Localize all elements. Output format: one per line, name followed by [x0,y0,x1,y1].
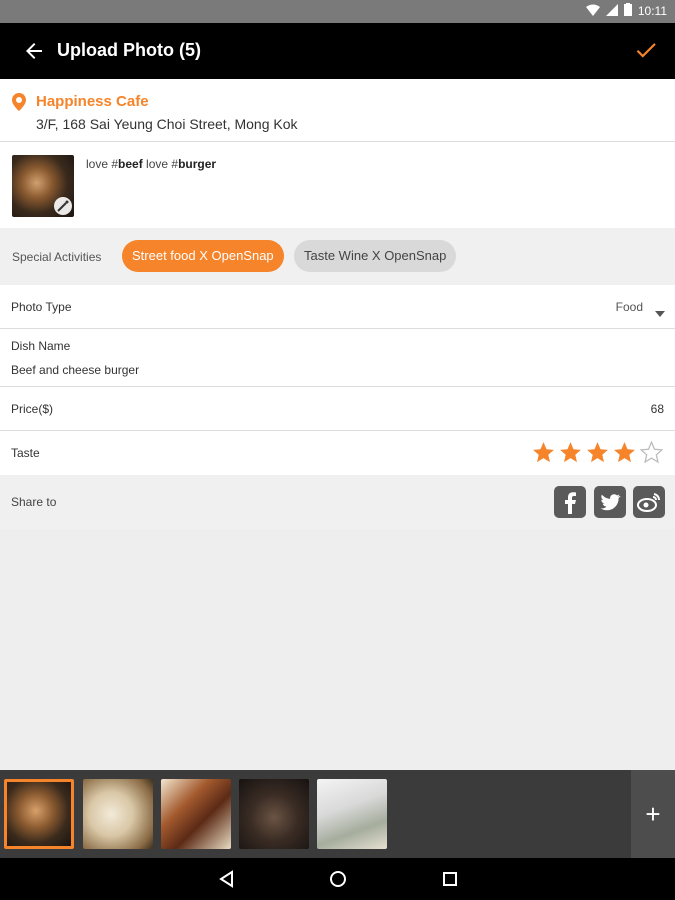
photo-thumbnail[interactable] [12,155,74,217]
restaurant-name: Happiness Cafe [36,93,149,110]
facebook-icon[interactable] [554,486,586,518]
check-icon[interactable] [633,37,659,63]
activity-chip-street-food[interactable]: Street food X OpenSnap [122,240,284,272]
recents-nav-icon[interactable] [440,869,460,889]
twitter-icon[interactable] [594,486,626,518]
photo-type-label: Photo Type [11,300,72,314]
restaurant-address: 3/F, 168 Sai Yeung Choi Street, Mong Kok [36,116,298,132]
hashtag-beef: beef [118,157,143,171]
photo-type-row[interactable]: Photo Type Food [0,285,675,329]
battery-icon [623,3,632,19]
app-bar: Upload Photo (5) [0,23,675,79]
share-label: Share to [11,495,57,509]
share-row: Share to [0,475,675,529]
dish-name-label: Dish Name [11,339,71,353]
photo-strip-item[interactable] [161,779,231,849]
price-label: Price($) [11,402,54,416]
location-section[interactable]: Happiness Cafe 3/F, 168 Sai Yeung Choi S… [0,79,675,142]
photo-type-value: Food [615,300,643,314]
dropdown-arrow-icon [655,304,665,322]
taste-label: Taste [11,446,40,460]
dish-name-row: Dish Name Beef and cheese burger [0,329,675,387]
home-nav-icon[interactable] [328,869,348,889]
status-time: 10:11 [637,4,667,18]
location-pin-icon [12,93,26,111]
back-arrow-icon[interactable] [22,39,46,63]
activities-label: Special Activities [12,250,102,264]
photo-strip-item[interactable] [83,779,153,849]
status-bar: 10:11 [0,0,675,23]
photo-strip [0,770,631,858]
hashtag-burger: burger [178,157,217,171]
star-empty-icon[interactable] [639,440,664,470]
wifi-icon [585,4,600,19]
taste-rating[interactable] [531,440,664,470]
photo-strip-item[interactable] [4,779,74,849]
caption-section: love #beef love #burger [0,142,675,228]
photo-caption[interactable]: love #beef love #burger [86,157,216,171]
photo-strip-item[interactable] [239,779,309,849]
signal-icon [605,3,618,19]
star-filled-icon[interactable] [531,440,556,470]
activity-chip-taste-wine[interactable]: Taste Wine X OpenSnap [294,240,457,272]
price-field[interactable]: 68 [651,402,664,416]
star-filled-icon[interactable] [585,440,610,470]
navigation-bar [0,858,675,900]
add-photo-button[interactable]: + [631,770,675,858]
star-filled-icon[interactable] [612,440,637,470]
dish-name-field[interactable]: Beef and cheese burger [11,363,139,377]
special-activities: Special Activities Street food X OpenSna… [0,228,675,285]
page-title: Upload Photo (5) [57,40,201,60]
magic-wand-icon[interactable] [54,197,72,215]
taste-row: Taste [0,431,675,475]
back-nav-icon[interactable] [217,869,237,889]
star-filled-icon[interactable] [558,440,583,470]
price-row: Price($) 68 [0,387,675,431]
photo-strip-item[interactable] [317,779,387,849]
weibo-icon[interactable] [633,486,665,518]
